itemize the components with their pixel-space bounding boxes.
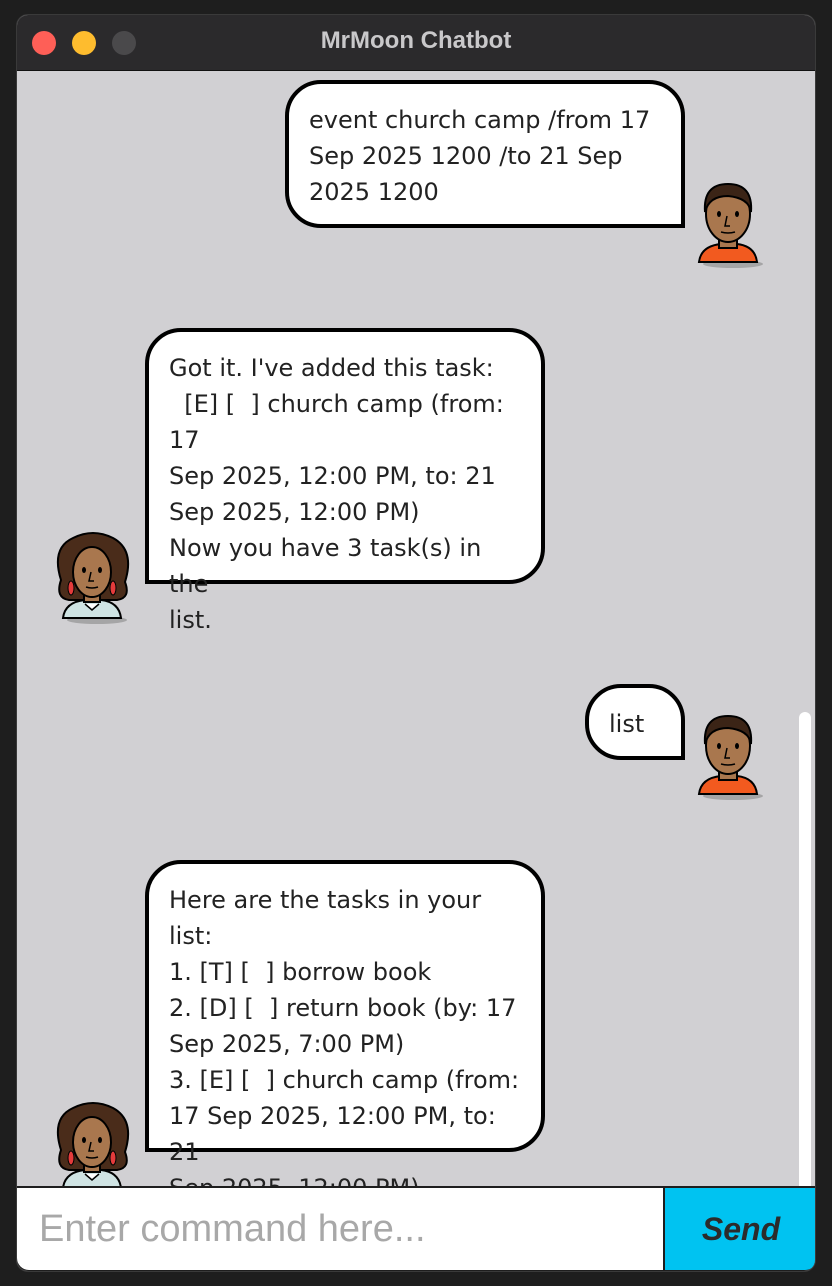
chat-scrollbar[interactable] (799, 712, 811, 1186)
command-input[interactable] (17, 1188, 663, 1270)
user-avatar-icon (697, 714, 763, 800)
bot-avatar-icon (57, 1102, 129, 1186)
chat-scroll-area[interactable]: event church camp /from 17 Sep 2025 1200… (17, 72, 815, 1186)
user-message-bubble: event church camp /from 17 Sep 2025 1200… (285, 80, 685, 228)
title-bar: MrMoon Chatbot (17, 15, 815, 71)
user-avatar-icon (697, 182, 763, 268)
bot-message-bubble: Here are the tasks in your list: 1. [T] … (145, 860, 545, 1186)
send-button[interactable]: Send (665, 1188, 815, 1270)
user-message-bubble: list (585, 684, 685, 760)
bot-avatar-icon (57, 532, 129, 624)
window-title: MrMoon Chatbot (320, 27, 512, 54)
bot-message-bubble: Got it. I've added this task: [E] [ ] ch… (145, 328, 545, 634)
input-bar: Send (17, 1186, 815, 1271)
chatbot-window: MrMoon Chatbot event church camp /from 1… (16, 14, 816, 1272)
